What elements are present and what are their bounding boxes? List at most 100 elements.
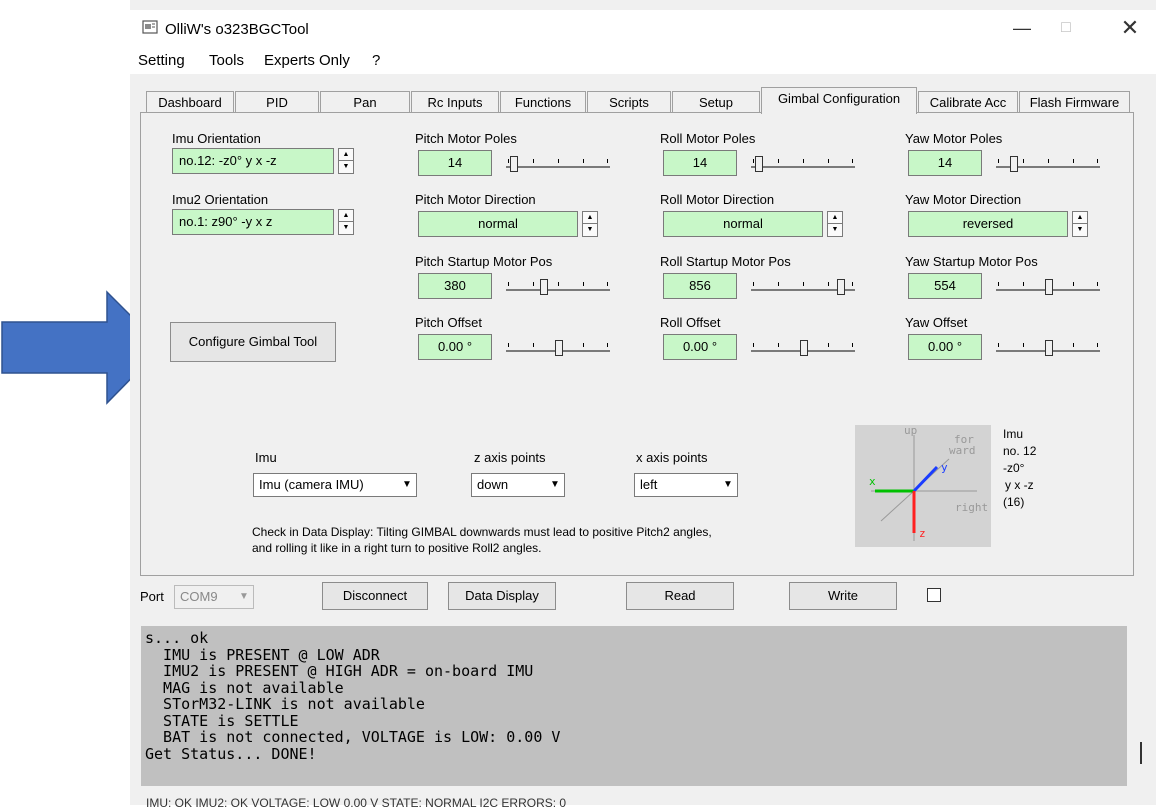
window-title: OlliW's o323BGCTool <box>165 21 309 38</box>
console-line: s... ok <box>145 629 209 647</box>
pitch-motor-poles-field[interactable]: 14 <box>418 150 492 176</box>
close-button[interactable]: ✕ <box>1110 14 1150 42</box>
imu-orientation-field[interactable]: no.12: -z0° y x -z <box>172 148 334 174</box>
console-line: STorM32-LINK is not available <box>145 695 425 713</box>
y-axis-arrow <box>912 465 939 493</box>
port-value: COM9 <box>180 589 218 604</box>
roll-motor-poles-label: Roll Motor Poles <box>660 131 756 146</box>
hint-line-1: Check in Data Display: Tilting GIMBAL do… <box>252 525 712 539</box>
yaw-motor-direction-field[interactable]: reversed <box>908 211 1068 237</box>
imu2-orientation-field[interactable]: no.1: z90° -y x z <box>172 209 334 235</box>
menu-help[interactable]: ? <box>372 52 380 69</box>
tab-functions[interactable]: Functions <box>500 91 586 114</box>
tab-setup[interactable]: Setup <box>672 91 760 114</box>
pitch-startup-motor-pos-slider[interactable] <box>506 276 610 296</box>
chevron-down-icon: ▼ <box>723 479 733 490</box>
x-label: x <box>869 475 876 488</box>
right-label: right <box>955 501 988 514</box>
imu-orientation-label: Imu Orientation <box>172 131 261 146</box>
port-label: Port <box>140 589 164 604</box>
yaw-motor-poles-field[interactable]: 14 <box>908 150 982 176</box>
minimize-button[interactable]: — <box>1002 14 1042 42</box>
roll-startup-motor-pos-label: Roll Startup Motor Pos <box>660 254 791 269</box>
z-axis-points-select[interactable]: down ▼ <box>471 473 565 497</box>
menu-setting[interactable]: Setting <box>138 52 185 69</box>
roll-motor-poles-slider[interactable] <box>751 153 855 173</box>
yaw-startup-motor-pos-field[interactable]: 554 <box>908 273 982 299</box>
imu-info-code: (16) <box>1003 495 1025 509</box>
pitch-offset-slider[interactable] <box>506 337 610 357</box>
imu-orientation-view: up for ward right x y z <box>855 424 991 547</box>
pitch-startup-motor-pos-field[interactable]: 380 <box>418 273 492 299</box>
console-line: IMU2 is PRESENT @ HIGH ADR = on-board IM… <box>145 662 534 680</box>
roll-motor-poles-field[interactable]: 14 <box>663 150 737 176</box>
pitch-offset-label: Pitch Offset <box>415 315 482 330</box>
tool-imu-value: Imu (camera IMU) <box>259 477 364 492</box>
z-label: z <box>919 527 926 540</box>
yaw-startup-motor-pos-slider[interactable] <box>996 276 1100 296</box>
imu2-orientation-spinner[interactable]: ▲ ▼ <box>338 209 354 235</box>
chevron-down-icon: ▼ <box>239 591 249 602</box>
configure-gimbal-tool-button[interactable]: Configure Gimbal Tool <box>170 322 336 362</box>
roll-startup-motor-pos-slider[interactable] <box>751 276 855 296</box>
roll-motor-direction-label: Roll Motor Direction <box>660 192 775 207</box>
yaw-offset-slider[interactable] <box>996 337 1100 357</box>
pitch-motor-poles-label: Pitch Motor Poles <box>415 131 517 146</box>
chevron-down-icon: ▼ <box>402 479 412 490</box>
tab-dashboard[interactable]: Dashboard <box>146 91 234 114</box>
pitch-offset-field[interactable]: 0.00 ° <box>418 334 492 360</box>
write-checkbox[interactable] <box>927 588 941 602</box>
imu2-orientation-label: Imu2 Orientation <box>172 192 269 207</box>
console-line: BAT is not connected, VOLTAGE is LOW: 0.… <box>145 728 561 746</box>
x-axis-points-label: x axis points <box>636 450 708 465</box>
console-output: s... ok IMU is PRESENT @ LOW ADR IMU2 is… <box>141 626 1127 786</box>
tab-rc-inputs[interactable]: Rc Inputs <box>411 91 499 114</box>
yaw-motor-direction-spinner[interactable]: ▲ ▼ <box>1072 211 1088 237</box>
imu-info-axes: y x -z <box>1005 478 1034 492</box>
pitch-motor-direction-label: Pitch Motor Direction <box>415 192 536 207</box>
maximize-button[interactable]: □ <box>1046 14 1086 42</box>
pitch-motor-direction-field[interactable]: normal <box>418 211 578 237</box>
console-line: MAG is not available <box>145 678 344 697</box>
tab-pid[interactable]: PID <box>235 91 319 114</box>
tab-calibrate-acc[interactable]: Calibrate Acc <box>918 91 1018 114</box>
yaw-offset-field[interactable]: 0.00 ° <box>908 334 982 360</box>
menu-tools[interactable]: Tools <box>209 52 244 69</box>
console-line: IMU is PRESENT @ LOW ADR <box>145 645 380 664</box>
write-button[interactable]: Write <box>789 582 897 610</box>
roll-motor-direction-spinner[interactable]: ▲ ▼ <box>827 211 843 237</box>
yaw-motor-poles-label: Yaw Motor Poles <box>905 131 1003 146</box>
pitch-motor-direction-spinner[interactable]: ▲ ▼ <box>582 211 598 237</box>
disconnect-button[interactable]: Disconnect <box>322 582 428 610</box>
roll-motor-direction-field[interactable]: normal <box>663 211 823 237</box>
forward-label-2: ward <box>949 444 976 457</box>
data-display-button[interactable]: Data Display <box>448 582 556 610</box>
console-line: STATE is SETTLE <box>145 711 299 730</box>
imu-info-angle: -z0° <box>1003 461 1025 475</box>
port-select[interactable]: COM9 ▼ <box>174 585 254 609</box>
tab-gimbal-configuration[interactable]: Gimbal Configuration <box>761 87 917 114</box>
y-label: y <box>941 461 948 474</box>
menu-experts-only[interactable]: Experts Only <box>264 52 350 69</box>
console-scrollbar[interactable] <box>1140 742 1142 764</box>
x-axis-points-value: left <box>640 477 658 492</box>
roll-offset-field[interactable]: 0.00 ° <box>663 334 737 360</box>
yaw-startup-motor-pos-label: Yaw Startup Motor Pos <box>905 254 1038 269</box>
yaw-motor-poles-slider[interactable] <box>996 153 1100 173</box>
app-icon <box>142 20 158 34</box>
imu-orientation-spinner[interactable]: ▲ ▼ <box>338 148 354 174</box>
roll-startup-motor-pos-field[interactable]: 856 <box>663 273 737 299</box>
imu-axes-diagram: up for ward right x y z <box>869 424 988 541</box>
tool-imu-label: Imu <box>255 450 277 465</box>
console-line: Get Status... DONE! <box>145 744 317 763</box>
pitch-motor-poles-slider[interactable] <box>506 153 610 173</box>
x-axis-points-select[interactable]: left ▼ <box>634 473 738 497</box>
tab-pan[interactable]: Pan <box>320 91 410 114</box>
z-axis-points-label: z axis points <box>474 450 546 465</box>
tab-scripts[interactable]: Scripts <box>587 91 671 114</box>
hint-line-2: and rolling it like in a right turn to p… <box>252 541 542 555</box>
tab-flash-firmware[interactable]: Flash Firmware <box>1019 91 1130 114</box>
tool-imu-select[interactable]: Imu (camera IMU) ▼ <box>253 473 417 497</box>
roll-offset-slider[interactable] <box>751 337 855 357</box>
read-button[interactable]: Read <box>626 582 734 610</box>
